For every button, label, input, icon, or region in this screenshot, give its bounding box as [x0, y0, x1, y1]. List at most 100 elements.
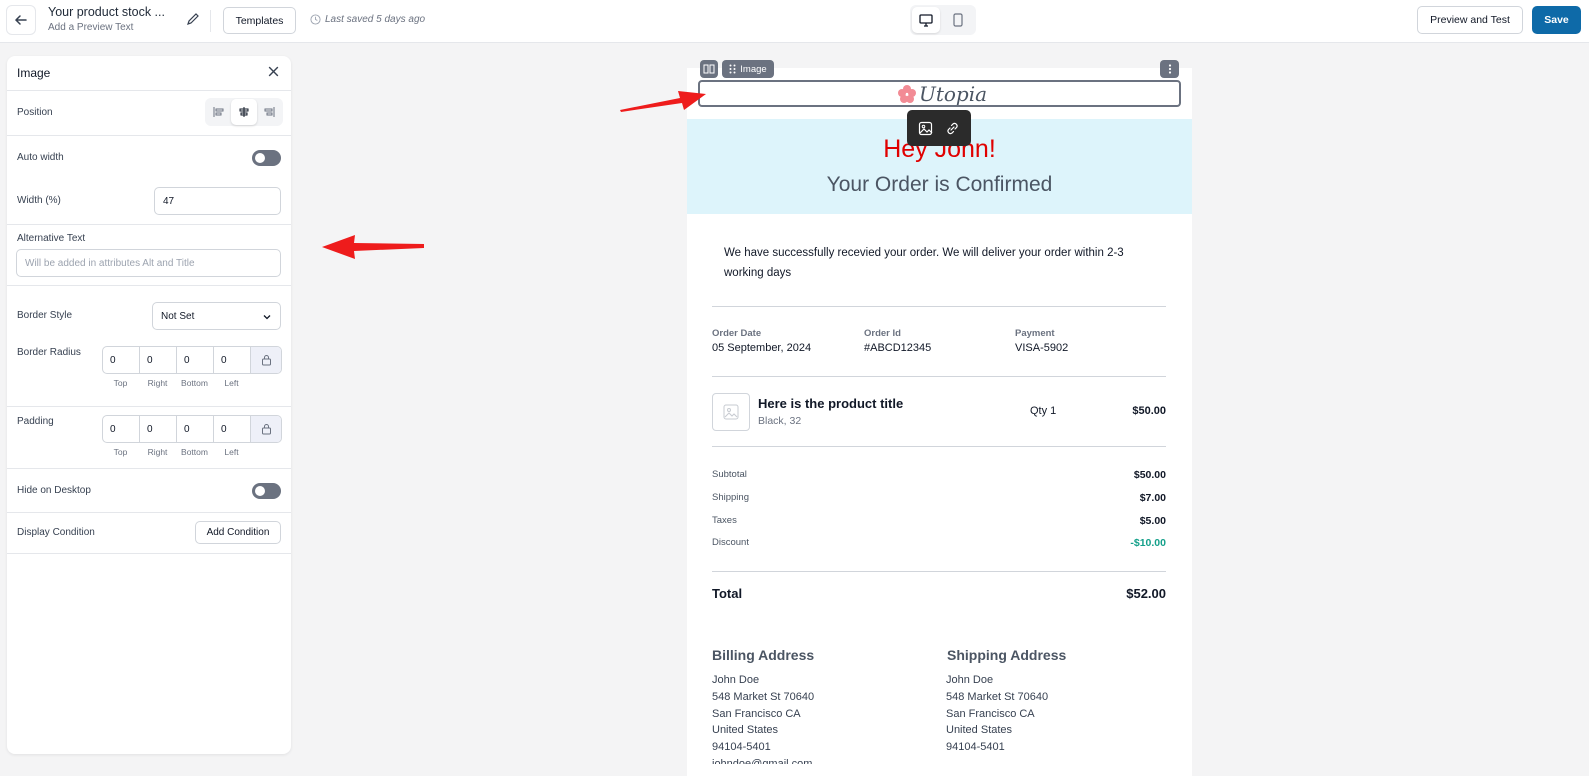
position-label: Position — [17, 107, 53, 118]
block-more-button[interactable] — [1160, 60, 1179, 78]
clock-icon — [310, 14, 321, 25]
divider — [7, 285, 291, 286]
taxes-value: $5.00 — [1139, 515, 1166, 527]
shipping-value: $7.00 — [1139, 492, 1166, 504]
side-label-left: Left — [224, 378, 239, 388]
order-date-label: Order Date — [712, 328, 762, 339]
order-date-value: 05 September, 2024 — [712, 342, 812, 354]
billing-line: San Francisco CA — [712, 707, 801, 720]
order-id-value: #ABCD12345 — [864, 342, 932, 354]
align-right-button[interactable] — [256, 99, 282, 125]
pencil-icon[interactable] — [186, 12, 200, 26]
shipping-line: John Doe — [946, 674, 994, 686]
image-placeholder-icon — [723, 404, 739, 420]
lock-icon — [261, 424, 271, 435]
shipping-label: Shipping — [712, 492, 749, 503]
padding-left-input[interactable]: 0 — [214, 416, 251, 442]
border-radius-lock-button[interactable] — [251, 347, 281, 373]
divider — [7, 135, 291, 136]
align-left-button[interactable] — [206, 99, 232, 125]
border-radius-left-input[interactable]: 0 — [214, 347, 251, 373]
order-id-label: Order Id — [864, 328, 901, 339]
preview-text-link[interactable]: Add a Preview Text — [48, 22, 133, 33]
border-radius-top-input[interactable]: 0 — [103, 347, 140, 373]
mobile-icon — [953, 13, 963, 27]
templates-button[interactable]: Templates — [223, 7, 296, 34]
align-center-button[interactable] — [231, 99, 257, 125]
border-radius-right-input[interactable]: 0 — [140, 347, 177, 373]
mobile-view-button[interactable] — [944, 7, 972, 33]
product-variant: Black, 32 — [758, 415, 802, 427]
shipping-line: 94104-5401 — [946, 741, 1005, 754]
padding-bottom-input[interactable]: 0 — [177, 416, 214, 442]
side-label-bottom: Bottom — [181, 378, 208, 388]
replace-image-icon[interactable] — [918, 121, 933, 136]
side-label-bottom: Bottom — [181, 447, 208, 457]
shipping-line: San Francisco CA — [946, 707, 1035, 720]
subtotal-value: $50.00 — [1133, 469, 1166, 481]
divider — [7, 468, 291, 469]
image-settings-panel: Image Position Auto width Width (%) 47 A… — [7, 56, 291, 754]
flower-logo-icon — [898, 84, 916, 103]
side-label-top: Top — [113, 378, 128, 388]
side-label-top: Top — [113, 447, 128, 457]
taxes-label: Taxes — [712, 515, 737, 526]
add-condition-button[interactable]: Add Condition — [195, 521, 281, 544]
total-label: Total — [712, 586, 743, 601]
logo-text: Utopia — [919, 81, 988, 106]
divider — [712, 446, 1166, 447]
divider — [7, 406, 291, 407]
product-thumbnail — [712, 393, 750, 431]
device-switch — [910, 5, 976, 35]
chevron-down-icon — [263, 315, 271, 320]
desktop-view-button[interactable] — [912, 7, 940, 33]
intro-paragraph: We have successfully recevied your order… — [724, 247, 1124, 279]
preview-and-test-button[interactable]: Preview and Test — [1417, 6, 1523, 34]
back-button[interactable] — [6, 5, 36, 35]
divider — [712, 376, 1166, 377]
border-radius-bottom-input[interactable]: 0 — [177, 347, 214, 373]
border-style-value: Not Set — [161, 310, 195, 322]
order-confirmed-heading: Your Order is Confirmed — [826, 173, 1053, 196]
side-label-left: Left — [224, 447, 239, 457]
padding-lock-button[interactable] — [251, 416, 281, 442]
border-style-label: Border Style — [17, 310, 73, 321]
divider — [7, 90, 291, 91]
side-label-right: Right — [147, 447, 168, 457]
shipping-address-heading: Shipping Address — [947, 647, 1067, 663]
padding-inputs: 0 0 0 0 — [102, 415, 282, 443]
divider — [7, 224, 291, 225]
document-title[interactable]: Your product stock ... — [48, 5, 165, 19]
padding-top-input[interactable]: 0 — [103, 416, 140, 442]
payment-label: Payment — [1015, 328, 1055, 339]
hide-desktop-toggle[interactable] — [252, 483, 281, 499]
block-drag-handle[interactable]: Image — [722, 60, 774, 78]
link-icon[interactable] — [945, 121, 960, 136]
column-layout-button[interactable] — [700, 60, 718, 78]
hide-desktop-label: Hide on Desktop — [17, 485, 91, 496]
lock-icon — [261, 355, 271, 366]
product-title: Here is the product title — [758, 396, 904, 411]
logo: Utopia — [897, 80, 987, 107]
auto-width-toggle[interactable] — [252, 150, 281, 166]
billing-address-heading: Billing Address — [712, 647, 815, 663]
alt-text-input[interactable]: Will be added in attributes Alt and Titl… — [16, 249, 281, 277]
payment-value: VISA-5902 — [1015, 342, 1069, 354]
shipping-address: John Doe 548 Market St 70640 San Francis… — [946, 672, 1048, 756]
billing-address: John Doe 548 Market St 70640 San Francis… — [712, 672, 814, 764]
close-icon[interactable] — [267, 65, 280, 78]
total-value: $52.00 — [1126, 586, 1166, 601]
auto-width-label: Auto width — [17, 152, 64, 163]
width-input[interactable]: 47 — [154, 187, 281, 215]
billing-line: 94104-5401 — [712, 741, 771, 754]
align-right-icon — [264, 107, 275, 117]
billing-line: 548 Market St 70640 — [712, 690, 815, 703]
divider — [210, 10, 211, 32]
drag-handle-icon — [729, 64, 736, 74]
save-button[interactable]: Save — [1532, 6, 1581, 34]
border-style-select[interactable]: Not Set — [152, 302, 281, 330]
padding-right-input[interactable]: 0 — [140, 416, 177, 442]
panel-title: Image — [17, 66, 51, 80]
block-type-label: Image — [740, 63, 767, 75]
divider — [712, 571, 1166, 572]
